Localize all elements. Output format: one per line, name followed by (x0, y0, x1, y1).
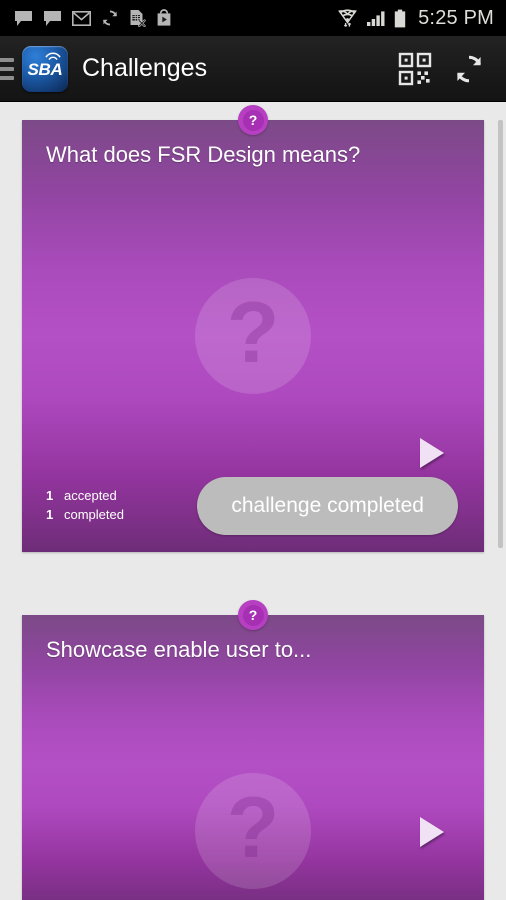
qr-code-icon (398, 52, 432, 85)
message-bubble-icon (44, 10, 61, 26)
stat-label: accepted (64, 488, 117, 503)
menu-icon[interactable] (0, 57, 14, 80)
challenge-completed-button[interactable]: challenge completed (197, 477, 458, 535)
stat-row: 1 completed (46, 505, 124, 524)
status-bar-system: 5:25 PM (337, 7, 494, 30)
status-bar-clock: 5:25 PM (418, 6, 494, 29)
challenge-card[interactable]: ? Showcase enable user to... ? (22, 600, 484, 900)
phone-screen: 5:25 PM SBA Challenges ? What does FSR D… (0, 0, 506, 900)
stat-label: completed (64, 507, 124, 522)
watermark-glyph: ? (226, 285, 280, 381)
challenge-card[interactable]: ? What does FSR Design means? ? 1 accept… (22, 105, 484, 552)
challenge-stats: 1 accepted 1 completed (46, 486, 124, 524)
question-mark-icon: ? (242, 109, 264, 131)
action-bar: SBA Challenges (0, 36, 506, 102)
stat-count: 1 (46, 507, 54, 522)
cellular-signal-icon (367, 11, 385, 26)
battery-full-icon (394, 9, 406, 27)
sba-logo: SBA (22, 45, 68, 92)
message-bubble-icon (15, 10, 32, 26)
sba-logo-text: SBA (27, 59, 63, 79)
stat-count: 1 (46, 488, 54, 503)
scrollbar[interactable] (498, 102, 503, 900)
play-next-icon[interactable] (420, 817, 444, 847)
status-bar: 5:25 PM (0, 0, 506, 36)
sim-card-error-icon (130, 10, 146, 27)
menu-icon-line (0, 66, 14, 71)
refresh-icon (457, 55, 481, 82)
refresh-button[interactable] (442, 36, 496, 102)
qr-scan-button[interactable] (388, 36, 442, 102)
play-next-icon[interactable] (420, 438, 444, 468)
page-title: Challenges (82, 54, 208, 82)
question-mark-icon: ? (242, 604, 264, 626)
menu-icon-line (0, 75, 14, 80)
question-watermark-icon: ? (195, 773, 311, 889)
wifi-icon (338, 8, 358, 27)
challenges-list[interactable]: ? What does FSR Design means? ? 1 accept… (0, 102, 506, 900)
stat-row: 1 accepted (46, 486, 124, 505)
question-badge: ? (238, 600, 268, 630)
gmail-icon (72, 10, 91, 26)
status-bar-notifications (14, 9, 337, 27)
question-badge: ? (238, 105, 268, 135)
play-store-icon (157, 9, 171, 26)
watermark-glyph: ? (226, 780, 280, 876)
question-watermark-icon: ? (195, 278, 311, 394)
menu-icon-line (0, 57, 14, 62)
sync-icon (102, 10, 118, 26)
challenge-title: What does FSR Design means? (46, 142, 361, 167)
challenge-title: Showcase enable user to... (46, 637, 312, 662)
scrollbar-thumb[interactable] (498, 120, 503, 548)
